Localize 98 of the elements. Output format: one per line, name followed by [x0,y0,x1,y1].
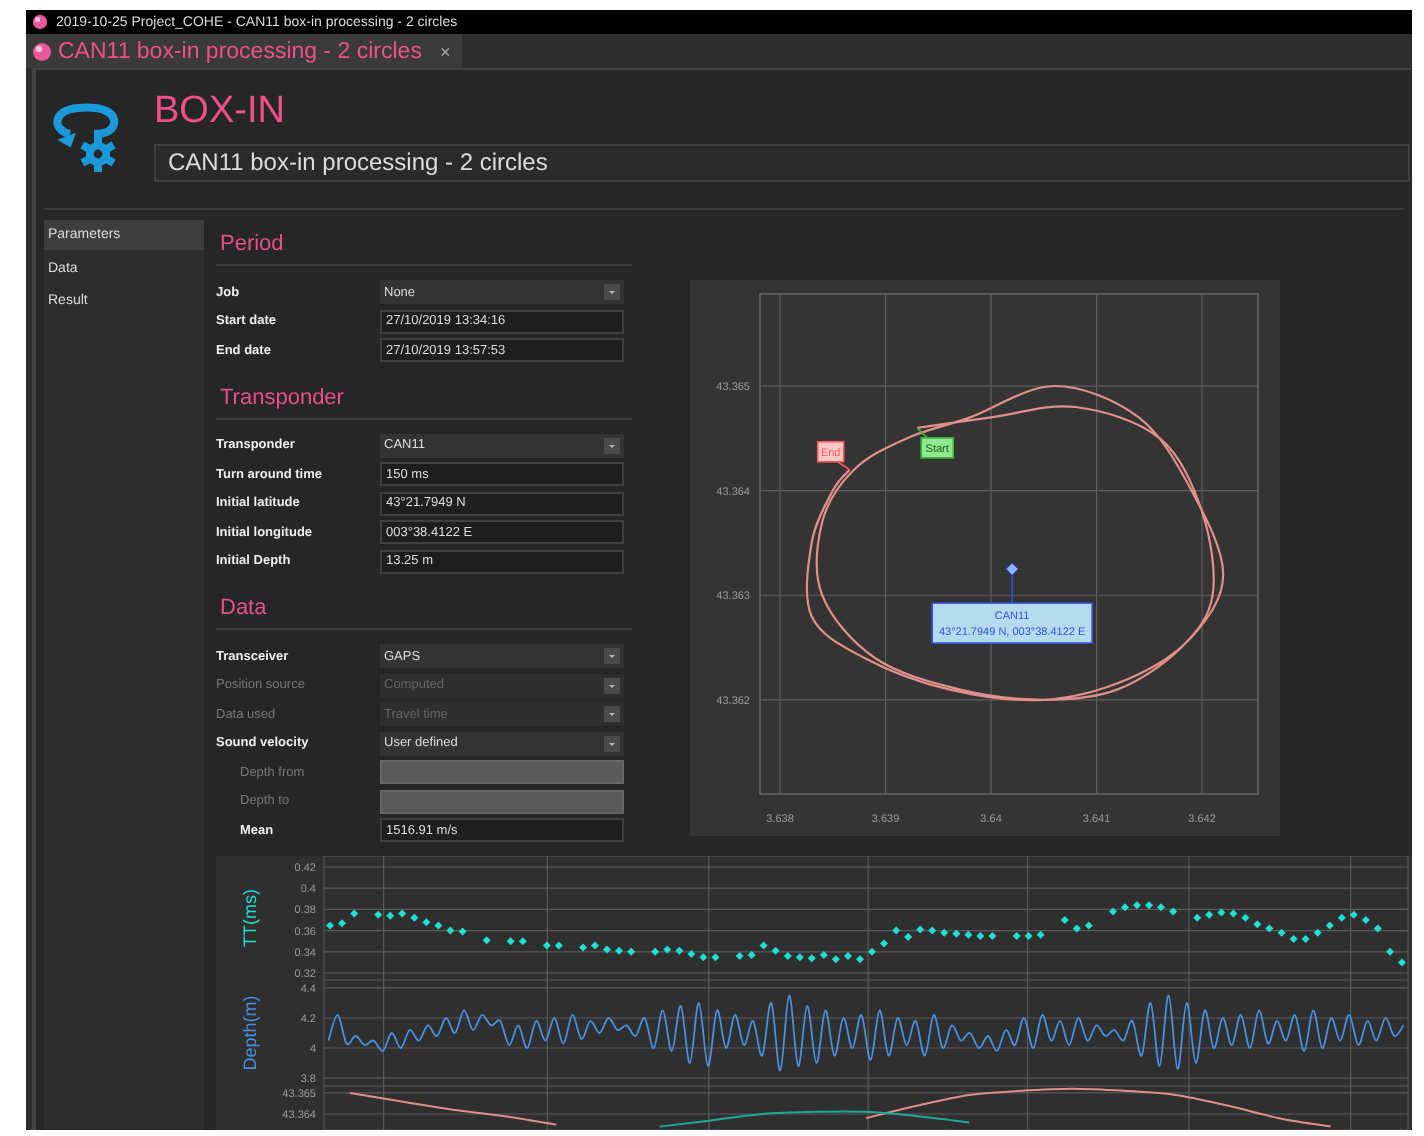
data-point [591,941,599,950]
data-point [916,925,925,934]
data-point [1373,924,1382,933]
data-point [1241,913,1250,922]
data-point [542,941,551,950]
data-point [1313,928,1322,937]
data-point [1060,916,1069,924]
data-point [386,911,395,920]
data-point [1229,909,1238,918]
input-field[interactable] [380,789,624,814]
caret-icon [604,284,620,301]
caret-icon [604,677,620,694]
close-button[interactable]: × [439,41,451,61]
data-point [1193,913,1202,922]
data-point [1157,903,1165,912]
section-title: Transponder [216,373,632,419]
data-point [819,951,828,959]
data-point [735,952,744,960]
data-point [856,955,864,964]
data-point [1337,913,1346,922]
data-point [1398,958,1406,967]
data-point [952,929,961,938]
page-heading: BOX-IN [154,90,287,134]
data-point [1301,935,1310,943]
data-point [771,946,780,955]
data-point [615,946,623,955]
data-point [506,937,515,946]
data-point [627,947,636,956]
data-point [1277,928,1286,937]
data-point [807,954,816,963]
data-point [1289,935,1298,943]
data-point [651,947,660,956]
section-title: Data [216,584,632,630]
data-point [1169,907,1178,916]
caret-icon [604,648,620,665]
title-field[interactable]: CAN11 box-in processing - 2 circles [154,144,1410,182]
y-axis-title: Depth(m) [240,995,260,1071]
data-point [759,941,768,950]
caret-icon [604,437,620,454]
caret-icon [604,735,620,752]
data-point [1121,903,1129,912]
data-point [892,926,901,935]
data-point [518,937,527,946]
app-icon [32,14,48,30]
data-point [1265,924,1274,933]
data-point [795,953,804,962]
data-point [1205,910,1214,919]
data-point [928,926,937,935]
input-field[interactable] [380,760,624,785]
data-point [844,952,852,960]
data-point [458,927,467,936]
data-point [1361,916,1370,924]
data-point [747,951,756,959]
data-point [374,910,383,919]
data-point [554,941,563,950]
data-point [940,928,949,937]
data-point [1012,932,1021,940]
data-point [1036,930,1045,939]
section-title: Period [216,220,632,266]
data-point [1133,901,1141,910]
data-point [482,936,491,945]
data-point [410,913,419,922]
data-point [1072,924,1081,933]
data-point [988,932,997,940]
document-tab[interactable]: CAN11 box-in processing - 2 circles × [26,34,463,68]
data-point [398,909,407,918]
data-point [976,932,985,940]
data-point [831,955,840,964]
caret-icon [604,706,620,723]
data-point [904,933,913,941]
data-point [675,946,684,955]
data-point [1217,908,1226,917]
data-point [1253,920,1262,929]
data-point [663,945,672,954]
data-point [711,953,720,962]
data-point [1145,901,1153,910]
data-point [783,952,792,960]
data-point [338,919,346,928]
data-point [687,950,696,958]
data-point [868,947,876,956]
data-point [434,921,443,930]
data-point [1084,921,1093,930]
data-point [964,930,973,939]
app-icon [32,41,52,61]
y-axis-title: TT(ms) [240,889,260,947]
data-point [1325,921,1334,930]
data-point [1386,947,1394,956]
data-point [422,918,431,927]
data-point [603,945,611,954]
data-point [446,926,455,935]
data-point [326,921,334,930]
data-point [699,953,708,962]
data-point [880,939,888,948]
data-point [350,909,359,918]
data-point [579,943,587,952]
data-point [1024,932,1033,940]
data-point [1349,910,1358,919]
data-point [1109,907,1117,916]
